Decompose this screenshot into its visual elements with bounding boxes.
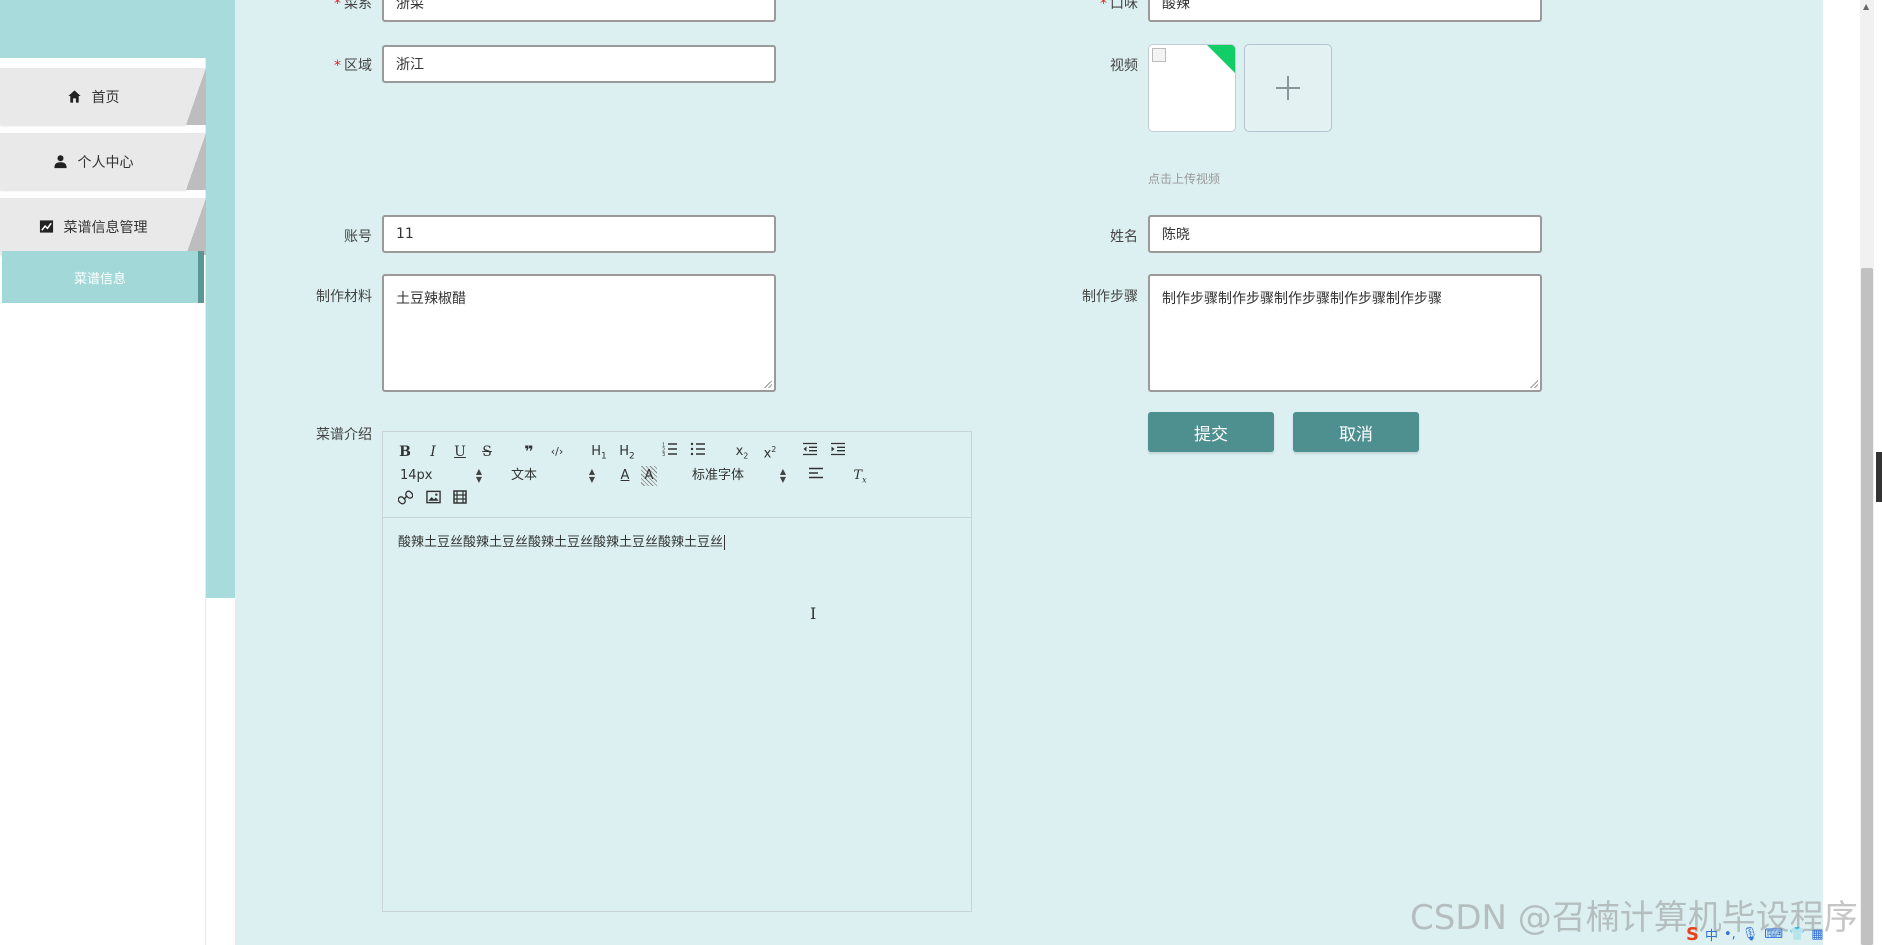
ime-toolbar[interactable]: S 中 •, 🎙 ⌨ 👕 ▦ bbox=[1686, 923, 1824, 945]
svg-text:3: 3 bbox=[662, 452, 665, 456]
sidebar-item-home[interactable]: 首页 bbox=[0, 68, 206, 125]
account-field[interactable]: 11 bbox=[382, 215, 776, 253]
heading2-button[interactable]: H2 bbox=[617, 442, 637, 462]
background-color-button[interactable]: A bbox=[641, 466, 657, 486]
font-size-value: 14px bbox=[400, 468, 433, 483]
sidebar-submenu-recipe-info[interactable]: 菜谱信息 bbox=[2, 251, 204, 303]
sidebar-item-profile[interactable]: 个人中心 bbox=[0, 133, 206, 190]
materials-textarea[interactable]: 土豆辣椒醋 bbox=[382, 274, 776, 392]
text-type-value: 文本 bbox=[511, 468, 538, 483]
broken-image-icon bbox=[1152, 48, 1166, 62]
text-type-select[interactable]: 文本 ▲ ▼ bbox=[511, 466, 595, 486]
uploaded-corner-badge bbox=[1207, 45, 1235, 73]
align-icon[interactable] bbox=[807, 466, 825, 486]
font-family-value: 标准字体 bbox=[692, 468, 745, 483]
indent-icon[interactable] bbox=[829, 442, 847, 462]
editor-toolbar: B I U S ❞ ‹/› H1 H2 123 x2 x2 14px ▲ ▼ 文本… bbox=[383, 432, 971, 518]
punctuation-icon: •, bbox=[1723, 926, 1736, 942]
ime-logo-icon: S bbox=[1686, 923, 1699, 945]
materials-value: 土豆辣椒醋 bbox=[396, 291, 466, 307]
superscript-button[interactable]: x2 bbox=[759, 440, 781, 461]
scrollbar-thumb[interactable] bbox=[1861, 268, 1873, 945]
microphone-icon: 🎙 bbox=[1741, 926, 1759, 942]
steps-label: 制作步骤 bbox=[1082, 289, 1138, 305]
cuisine-value: 浙菜 bbox=[396, 0, 424, 12]
cuisine-label: * 菜系 bbox=[334, 0, 372, 12]
ordered-list-icon[interactable]: 123 bbox=[661, 442, 679, 462]
font-color-button[interactable]: A bbox=[617, 466, 633, 486]
select-arrows-icon: ▲ ▼ bbox=[779, 467, 786, 484]
plus-icon bbox=[1276, 76, 1300, 100]
video-label: 视频 bbox=[1110, 58, 1138, 74]
account-label: 账号 bbox=[344, 229, 372, 245]
subscript-button[interactable]: x2 bbox=[731, 442, 753, 462]
submenu-label: 菜谱信息 bbox=[73, 271, 126, 287]
resize-handle[interactable] bbox=[762, 378, 772, 388]
name-field[interactable]: 陈晓 bbox=[1148, 215, 1542, 253]
flavor-field[interactable]: 酸辣 bbox=[1148, 0, 1542, 22]
sidebar-item-recipe-management[interactable]: 菜谱信息管理 bbox=[0, 198, 206, 255]
intro-label: 菜谱介绍 bbox=[316, 427, 372, 443]
blockquote-button[interactable]: ❞ bbox=[520, 442, 538, 462]
video-thumbnail[interactable] bbox=[1148, 44, 1236, 132]
steps-value: 制作步骤制作步骤制作步骤制作步骤制作步骤 bbox=[1162, 291, 1442, 307]
ibeam-cursor-icon: I bbox=[810, 604, 817, 623]
bold-button[interactable]: B bbox=[397, 442, 413, 462]
font-size-select[interactable]: 14px ▲ ▼ bbox=[400, 466, 482, 486]
skin-icon: 👕 bbox=[1789, 926, 1806, 942]
video-icon[interactable] bbox=[452, 490, 468, 510]
keyboard-icon: ⌨ bbox=[1764, 926, 1784, 942]
strike-button[interactable]: S bbox=[479, 442, 495, 462]
select-arrows-icon: ▲ ▼ bbox=[588, 467, 595, 484]
text-cursor bbox=[724, 535, 726, 550]
heading1-button[interactable]: H1 bbox=[589, 442, 609, 462]
region-label: * 区域 bbox=[334, 58, 372, 74]
outdent-icon[interactable] bbox=[801, 442, 819, 462]
font-family-select[interactable]: 标准字体 ▲ ▼ bbox=[692, 466, 786, 486]
ime-lang: 中 bbox=[1704, 928, 1718, 944]
region-field[interactable]: 浙江 bbox=[382, 45, 776, 83]
home-icon bbox=[67, 89, 82, 104]
video-upload-button[interactable] bbox=[1244, 44, 1332, 132]
flavor-label: * 口味 bbox=[1100, 0, 1138, 12]
edge-indicator bbox=[1876, 452, 1882, 502]
clear-format-button[interactable]: Tx bbox=[851, 466, 869, 486]
code-block-button[interactable]: ‹/› bbox=[547, 442, 567, 462]
editor-content[interactable]: 酸辣土豆丝酸辣土豆丝酸辣土豆丝酸辣土豆丝酸辣土豆丝 bbox=[398, 531, 726, 550]
name-label: 姓名 bbox=[1110, 229, 1138, 245]
italic-button[interactable]: I bbox=[425, 442, 441, 462]
cuisine-field[interactable]: 浙菜 bbox=[382, 0, 776, 22]
flavor-value: 酸辣 bbox=[1162, 0, 1190, 12]
name-value: 陈晓 bbox=[1162, 227, 1190, 243]
rich-text-editor[interactable]: B I U S ❞ ‹/› H1 H2 123 x2 x2 14px ▲ ▼ 文本… bbox=[382, 431, 972, 912]
editor-text: 酸辣土豆丝酸辣土豆丝酸辣土豆丝酸辣土豆丝酸辣土豆丝 bbox=[398, 535, 724, 550]
image-icon[interactable] bbox=[425, 490, 441, 510]
region-value: 浙江 bbox=[396, 57, 424, 73]
chart-icon bbox=[39, 219, 54, 234]
steps-textarea[interactable]: 制作步骤制作步骤制作步骤制作步骤制作步骤 bbox=[1148, 274, 1542, 392]
link-icon[interactable] bbox=[397, 490, 413, 510]
user-icon bbox=[53, 154, 68, 169]
sidebar-item-label: 首页 bbox=[91, 89, 120, 106]
video-upload-hint: 点击上传视频 bbox=[1148, 172, 1221, 186]
sidebar-item-label: 菜谱信息管理 bbox=[63, 219, 148, 236]
bullet-list-icon[interactable] bbox=[689, 442, 707, 462]
select-arrows-icon: ▲ ▼ bbox=[475, 467, 482, 484]
grid-icon: ▦ bbox=[1811, 926, 1824, 942]
underline-button[interactable]: U bbox=[452, 442, 468, 462]
scroll-up-arrow-icon[interactable]: ▲ bbox=[1863, 2, 1869, 11]
account-value: 11 bbox=[396, 226, 414, 242]
materials-label: 制作材料 bbox=[316, 289, 372, 305]
sidebar-item-label: 个人中心 bbox=[77, 154, 134, 171]
submit-button[interactable]: 提交 bbox=[1148, 412, 1274, 452]
resize-handle[interactable] bbox=[1528, 378, 1538, 388]
sidebar: 首页 个人中心 菜谱信息管理 菜谱信息 bbox=[0, 58, 206, 945]
cancel-button[interactable]: 取消 bbox=[1293, 412, 1419, 452]
